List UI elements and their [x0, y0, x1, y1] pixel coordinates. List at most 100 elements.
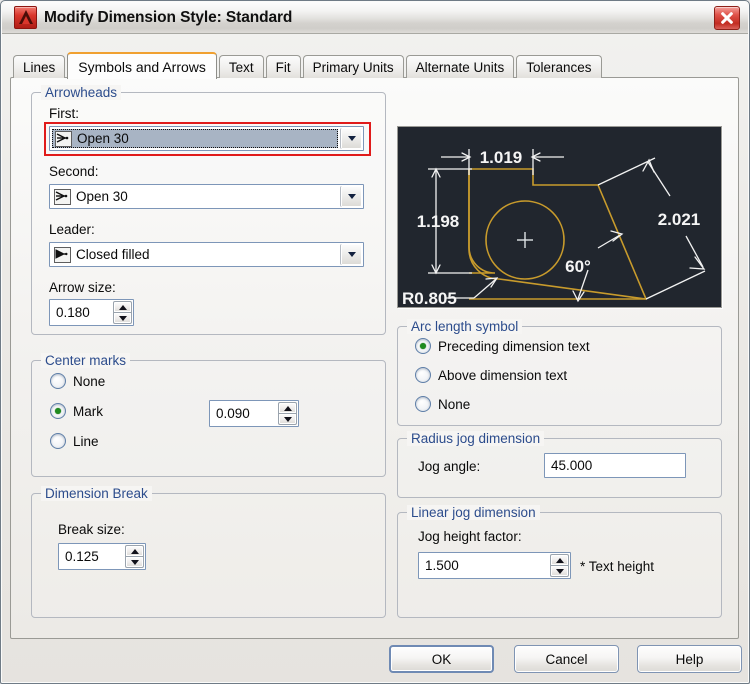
center-marks-option-mark[interactable]: Mark — [50, 403, 103, 419]
modify-dimension-style-dialog: Modify Dimension Style: Standard Lines S… — [0, 0, 750, 684]
leader-arrowhead-label: Leader: — [49, 222, 95, 237]
jog-height-factor-label: Jog height factor: — [418, 529, 522, 544]
radio-icon — [50, 433, 66, 449]
radio-selected-icon — [50, 403, 66, 419]
arrow-size-label: Arrow size: — [49, 280, 116, 295]
linear-jog-legend: Linear jog dimension — [407, 505, 540, 520]
arrowhead-open30-icon — [55, 130, 72, 147]
break-size-spinner[interactable] — [125, 545, 144, 568]
jog-angle-label: Jog angle: — [418, 459, 481, 474]
break-size-stepper[interactable]: 0.125 — [58, 543, 146, 570]
tab-symbols-and-arrows-label: Symbols and Arrows — [78, 58, 206, 75]
preview-dim-fillet-radius: R0.805 — [402, 289, 457, 308]
tab-text[interactable]: Text — [218, 55, 264, 78]
tab-tolerances-label: Tolerances — [526, 59, 592, 75]
leader-arrowhead-face[interactable]: Closed filled — [50, 243, 339, 266]
first-arrowhead-combo[interactable]: Open 30 — [49, 126, 364, 151]
tab-alternate-units[interactable]: Alternate Units — [405, 55, 515, 78]
arc-length-option-preceding[interactable]: Preceding dimension text — [415, 338, 590, 354]
jog-height-increment-icon[interactable] — [550, 554, 569, 565]
arc-length-above-label: Above dimension text — [438, 367, 568, 383]
symbols-and-arrows-panel: Arrowheads First: Open 30 Second: Open 3… — [10, 77, 739, 639]
tab-tolerances[interactable]: Tolerances — [516, 55, 602, 78]
second-arrowhead-face[interactable]: Open 30 — [50, 185, 339, 208]
center-marks-group: Center marks None Mark Line 0.090 — [31, 353, 386, 477]
arrowheads-group: Arrowheads First: Open 30 Second: Open 3… — [31, 85, 386, 335]
arrow-size-spinner[interactable] — [113, 301, 132, 324]
tab-lines[interactable]: Lines — [13, 55, 66, 78]
cancel-button-label: Cancel — [545, 651, 588, 667]
tab-alternate-units-label: Alternate Units — [415, 59, 505, 75]
leader-arrowhead-combo[interactable]: Closed filled — [49, 242, 364, 267]
center-mark-size-spinner[interactable] — [278, 402, 297, 425]
dialog-titlebar[interactable]: Modify Dimension Style: Standard — [2, 2, 748, 34]
center-mark-size-stepper[interactable]: 0.090 — [209, 400, 299, 427]
center-mark-size-increment-icon[interactable] — [278, 402, 297, 413]
tab-lines-label: Lines — [23, 59, 56, 75]
arrow-size-increment-icon[interactable] — [113, 301, 132, 312]
first-arrowhead-value: Open 30 — [77, 131, 129, 146]
break-size-value[interactable]: 0.125 — [59, 544, 124, 569]
tab-symbols-and-arrows[interactable]: Symbols and Arrows — [67, 52, 217, 79]
arrow-size-decrement-icon[interactable] — [113, 312, 132, 324]
center-marks-legend: Center marks — [41, 353, 131, 368]
center-marks-option-none[interactable]: None — [50, 373, 105, 389]
tab-primary-units-label: Primary Units — [312, 59, 394, 75]
first-arrowhead-face[interactable]: Open 30 — [52, 129, 338, 148]
arc-length-option-above[interactable]: Above dimension text — [415, 367, 567, 383]
center-marks-option-line[interactable]: Line — [50, 433, 99, 449]
ok-button-label: OK — [431, 651, 452, 667]
tab-fit-label: Fit — [275, 59, 291, 75]
tab-fit[interactable]: Fit — [265, 55, 301, 78]
radio-icon — [415, 396, 431, 412]
jog-height-factor-spinner[interactable] — [550, 554, 569, 577]
arrowhead-closed-filled-icon — [54, 246, 71, 263]
center-marks-mark-label: Mark — [73, 403, 103, 419]
chevron-down-icon[interactable] — [340, 186, 362, 207]
first-arrowhead-label: First: — [49, 106, 79, 121]
second-arrowhead-value: Open 30 — [76, 189, 128, 204]
preview-dim-top-width: 1.019 — [480, 148, 523, 167]
break-size-increment-icon[interactable] — [125, 545, 144, 556]
arc-length-symbol-group: Arc length symbol Preceding dimension te… — [397, 319, 722, 426]
arrow-size-value[interactable]: 0.180 — [50, 300, 112, 325]
second-arrowhead-combo[interactable]: Open 30 — [49, 184, 364, 209]
break-size-decrement-icon[interactable] — [125, 556, 144, 568]
jog-angle-input[interactable]: 45.000 — [544, 453, 686, 478]
dimension-break-legend: Dimension Break — [41, 486, 152, 501]
dimension-style-preview: 1.019 1.198 R0.805 60° 2.021 — [397, 126, 722, 308]
radio-icon — [50, 373, 66, 389]
center-marks-line-label: Line — [73, 433, 99, 449]
close-icon[interactable] — [714, 5, 740, 30]
center-mark-size-decrement-icon[interactable] — [278, 413, 297, 425]
radio-selected-icon — [415, 338, 431, 354]
arrowhead-open30-icon — [54, 188, 71, 205]
center-marks-none-label: None — [73, 373, 106, 389]
arrowheads-legend: Arrowheads — [41, 85, 122, 100]
arrow-size-stepper[interactable]: 0.180 — [49, 299, 134, 326]
jog-height-factor-value[interactable]: 1.500 — [419, 553, 549, 578]
jog-height-factor-suffix: * Text height — [580, 559, 655, 574]
linear-jog-dimension-group: Linear jog dimension Jog height factor: … — [397, 505, 722, 618]
ok-button[interactable]: OK — [389, 645, 494, 673]
preview-drawing: 1.019 1.198 R0.805 60° 2.021 — [398, 127, 721, 308]
tab-text-label: Text — [228, 59, 254, 75]
preview-dim-left-height: 1.198 — [417, 212, 460, 231]
leader-arrowhead-value: Closed filled — [76, 247, 150, 262]
chevron-down-icon[interactable] — [340, 244, 362, 265]
tab-primary-units[interactable]: Primary Units — [302, 55, 404, 78]
chevron-down-icon[interactable] — [340, 128, 362, 149]
first-arrowhead-chevron — [347, 136, 356, 141]
center-mark-size-value[interactable]: 0.090 — [210, 401, 277, 426]
autocad-logo-icon — [14, 6, 37, 29]
radius-jog-legend: Radius jog dimension — [407, 431, 545, 446]
jog-height-decrement-icon[interactable] — [550, 565, 569, 577]
dialog-client-area: Lines Symbols and Arrows Text Fit Primar… — [6, 38, 746, 680]
cancel-button[interactable]: Cancel — [514, 645, 619, 673]
jog-angle-value: 45.000 — [551, 458, 593, 473]
dialog-title: Modify Dimension Style: Standard — [44, 8, 293, 26]
help-button[interactable]: Help — [637, 645, 742, 673]
jog-height-factor-stepper[interactable]: 1.500 — [418, 552, 571, 579]
arc-length-option-none[interactable]: None — [415, 396, 470, 412]
second-arrowhead-chevron — [347, 194, 356, 199]
